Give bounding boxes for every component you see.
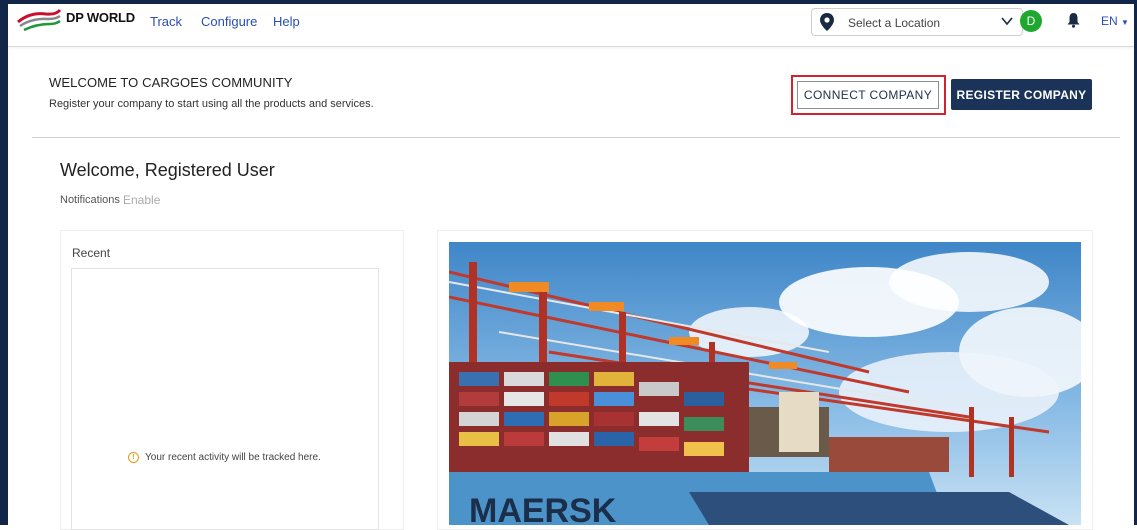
recent-list: [71, 268, 379, 530]
info-icon: !: [128, 452, 139, 463]
user-greeting: Welcome, Registered User: [60, 160, 275, 180]
nav-track[interactable]: Track: [150, 14, 182, 29]
language-label: EN: [1101, 14, 1118, 28]
port-photo: MAERSK: [449, 242, 1081, 525]
location-select[interactable]: Select a Location: [811, 8, 1023, 36]
recent-empty-message: ! Your recent activity will be tracked h…: [128, 452, 321, 463]
divider: [32, 137, 1120, 138]
caret-down-icon: ▼: [1121, 18, 1129, 27]
welcome-subtitle: Register your company to start using all…: [49, 98, 374, 110]
chevron-down-icon: [1000, 14, 1014, 33]
language-selector[interactable]: EN ▼: [1101, 14, 1129, 28]
dp-world-logo[interactable]: DP WORLD: [16, 8, 135, 38]
logo-text: DP WORLD: [66, 9, 135, 25]
ship-hull-text: MAERSK: [469, 492, 617, 525]
recent-empty-text: Your recent activity will be tracked her…: [145, 452, 321, 463]
nav-configure[interactable]: Configure: [201, 14, 257, 29]
connect-company-button[interactable]: CONNECT COMPANY: [797, 81, 939, 109]
bell-icon[interactable]: [1067, 12, 1080, 33]
dp-world-logo-icon: [17, 8, 62, 32]
map-pin-icon: [820, 13, 834, 36]
recent-title: Recent: [72, 246, 111, 260]
location-placeholder: Select a Location: [848, 16, 941, 30]
register-company-button[interactable]: REGISTER COMPANY: [951, 79, 1092, 110]
avatar[interactable]: D: [1020, 10, 1042, 32]
enable-notifications-link[interactable]: Enable: [123, 193, 160, 207]
welcome-title: WELCOME TO CARGOES COMMUNITY: [49, 75, 293, 90]
notifications-label: Notifications: [60, 194, 120, 206]
top-navbar: DP WORLD Track Configure Help Select a L…: [8, 4, 1134, 47]
nav-help[interactable]: Help: [273, 14, 300, 29]
window-frame-left: [0, 0, 8, 525]
